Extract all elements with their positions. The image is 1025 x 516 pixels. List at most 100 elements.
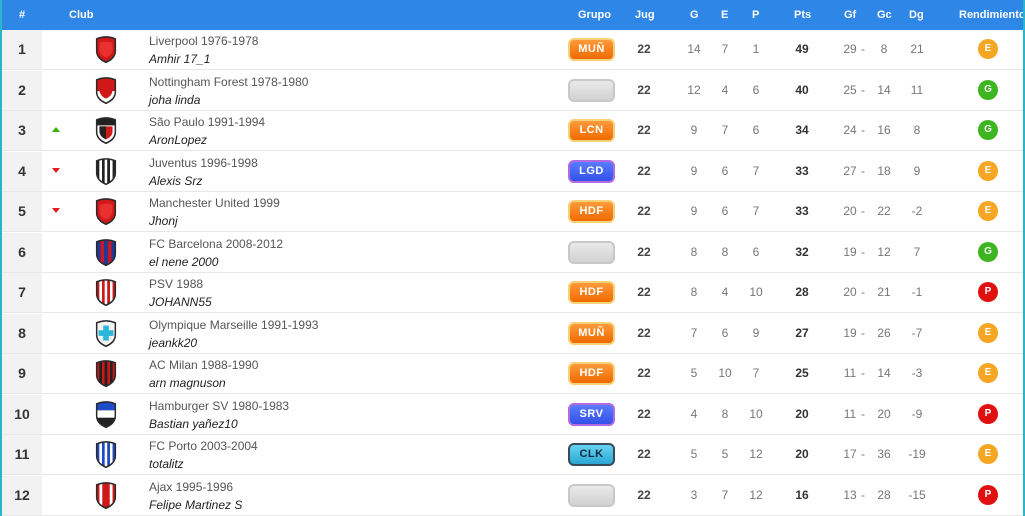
header-pts[interactable]: Pts bbox=[794, 9, 811, 21]
black-white-stripes-shield-icon bbox=[93, 157, 119, 186]
goals-separator: - bbox=[861, 406, 865, 421]
manager-name[interactable]: Bastian yañez10 bbox=[149, 417, 238, 431]
goal-difference: -3 bbox=[911, 366, 923, 380]
red-white-stripes-shield-icon bbox=[93, 279, 119, 307]
header-gf[interactable]: Gf bbox=[844, 9, 856, 21]
goals-for: 19 bbox=[843, 244, 857, 259]
group-badge[interactable]: SRV bbox=[568, 402, 615, 426]
table-row[interactable]: 11 FC Porto 2003-2004 totalitz CLK 22 5 … bbox=[2, 435, 1023, 475]
table-row[interactable]: 9 AC Milan 1988-1990 arn magnuson HDF 22… bbox=[2, 354, 1023, 394]
club-name[interactable]: FC Barcelona 2008-2012 bbox=[149, 237, 283, 251]
club-name[interactable]: Juventus 1996-1998 bbox=[149, 156, 258, 170]
goals-separator: - bbox=[861, 285, 865, 299]
header-grupo[interactable]: Grupo bbox=[578, 9, 611, 21]
goals-separator: - bbox=[861, 366, 865, 380]
draws: 6 bbox=[721, 325, 729, 340]
club-name[interactable]: Ajax 1995-1996 bbox=[149, 480, 233, 494]
wins: 8 bbox=[690, 285, 698, 299]
group-badge[interactable]: LCN bbox=[568, 119, 615, 142]
table-row[interactable]: 10 Hamburger SV 1980-1983 Bastian yañez1… bbox=[2, 394, 1023, 435]
performance-badge: P bbox=[978, 403, 998, 424]
goals-against: 14 bbox=[877, 366, 891, 380]
goals-separator: - bbox=[861, 447, 865, 461]
header-jug[interactable]: Jug bbox=[635, 9, 655, 21]
manager-name[interactable]: totalitz bbox=[149, 457, 184, 471]
games-played: 22 bbox=[637, 204, 651, 218]
draws: 7 bbox=[721, 42, 729, 56]
table-row[interactable]: 5 Manchester United 1999 Jhonj HDF 22 9 … bbox=[2, 192, 1023, 232]
club-name[interactable]: FC Porto 2003-2004 bbox=[149, 439, 258, 453]
group-badge[interactable]: CLK bbox=[568, 443, 615, 466]
manager-name[interactable]: el nene 2000 bbox=[149, 255, 218, 269]
points: 16 bbox=[795, 487, 809, 502]
goals-against: 28 bbox=[877, 487, 891, 502]
manager-name[interactable]: AronLopez bbox=[149, 133, 207, 147]
header-club[interactable]: Club bbox=[69, 9, 93, 21]
points: 33 bbox=[795, 204, 809, 218]
losses: 10 bbox=[749, 406, 763, 421]
club-name[interactable]: São Paulo 1991-1994 bbox=[149, 115, 265, 129]
position-number: 4 bbox=[2, 151, 42, 191]
club-name[interactable]: Manchester United 1999 bbox=[149, 196, 280, 210]
header-e[interactable]: E bbox=[721, 9, 728, 21]
table-row[interactable]: 8 Olympique Marseille 1991-1993 jeankk20… bbox=[2, 313, 1023, 354]
goals-separator: - bbox=[861, 487, 865, 502]
table-row[interactable]: 6 FC Barcelona 2008-2012 el nene 2000 22… bbox=[2, 232, 1023, 273]
performance-badge: P bbox=[978, 484, 998, 505]
group-badge[interactable]: HDF bbox=[568, 281, 615, 304]
table-row[interactable]: 7 PSV 1988 JOHANN55 HDF 22 8 4 10 28 20 … bbox=[2, 273, 1023, 313]
wins: 5 bbox=[690, 447, 698, 461]
table-row[interactable]: 1 Liverpool 1976-1978 Amhir 17_1 MUÑ 22 … bbox=[2, 30, 1023, 70]
trend-up-icon bbox=[52, 127, 60, 132]
wins: 9 bbox=[690, 204, 698, 218]
table-row[interactable]: 4 Juventus 1996-1998 Alexis Srz LGD 22 9… bbox=[2, 151, 1023, 192]
manager-name[interactable]: Jhonj bbox=[149, 214, 178, 228]
group-badge[interactable]: LGD bbox=[568, 159, 615, 183]
table-row[interactable]: 12 Ajax 1995-1996 Felipe Martinez S 22 3… bbox=[2, 475, 1023, 516]
group-badge[interactable]: MUÑ bbox=[568, 321, 615, 345]
position-number: 3 bbox=[2, 111, 42, 150]
position-number: 6 bbox=[2, 232, 42, 272]
manager-name[interactable]: Amhir 17_1 bbox=[149, 52, 210, 66]
draws: 7 bbox=[721, 487, 729, 502]
header-g[interactable]: G bbox=[690, 9, 699, 21]
group-badge[interactable] bbox=[568, 78, 615, 102]
club-name[interactable]: Nottingham Forest 1978-1980 bbox=[149, 75, 308, 89]
losses: 12 bbox=[749, 447, 763, 461]
header-p[interactable]: P bbox=[752, 9, 759, 21]
trend-down-icon bbox=[52, 208, 60, 213]
losses: 7 bbox=[752, 204, 760, 218]
manager-name[interactable]: jeankk20 bbox=[149, 336, 197, 350]
header-rendimiento[interactable]: Rendimiento bbox=[959, 9, 1023, 21]
club-name[interactable]: PSV 1988 bbox=[149, 277, 203, 291]
goals-separator: - bbox=[861, 123, 865, 137]
goal-difference: 7 bbox=[913, 244, 921, 259]
goals-separator: - bbox=[861, 204, 865, 218]
table-header: # Club Grupo Jug G E P Pts Gf Gc Dg Rend… bbox=[2, 0, 1023, 30]
performance-badge: E bbox=[978, 39, 998, 59]
wins: 4 bbox=[690, 406, 698, 421]
wins: 12 bbox=[687, 82, 701, 97]
manager-name[interactable]: JOHANN55 bbox=[149, 295, 212, 309]
manager-name[interactable]: Alexis Srz bbox=[149, 174, 202, 188]
draws: 8 bbox=[721, 406, 729, 421]
header-gc[interactable]: Gc bbox=[877, 9, 892, 21]
goals-for: 17 bbox=[843, 447, 857, 461]
group-badge[interactable]: MUÑ bbox=[568, 38, 615, 61]
group-badge[interactable]: HDF bbox=[568, 200, 615, 223]
club-name[interactable]: Hamburger SV 1980-1983 bbox=[149, 399, 289, 413]
group-badge[interactable]: HDF bbox=[568, 362, 615, 385]
group-badge[interactable] bbox=[568, 483, 615, 507]
club-name[interactable]: Liverpool 1976-1978 bbox=[149, 34, 258, 48]
table-row[interactable]: 3 São Paulo 1991-1994 AronLopez LCN 22 9… bbox=[2, 111, 1023, 151]
club-name[interactable]: Olympique Marseille 1991-1993 bbox=[149, 318, 318, 332]
manager-name[interactable]: Felipe Martinez S bbox=[149, 498, 242, 512]
manager-name[interactable]: arn magnuson bbox=[149, 376, 226, 390]
club-name[interactable]: AC Milan 1988-1990 bbox=[149, 358, 258, 372]
trend-down-icon bbox=[52, 167, 60, 173]
games-played: 22 bbox=[637, 123, 651, 137]
header-dg[interactable]: Dg bbox=[909, 9, 924, 21]
manager-name[interactable]: joha linda bbox=[149, 93, 200, 107]
table-row[interactable]: 2 Nottingham Forest 1978-1980 joha linda… bbox=[2, 70, 1023, 111]
group-badge[interactable] bbox=[568, 240, 615, 264]
